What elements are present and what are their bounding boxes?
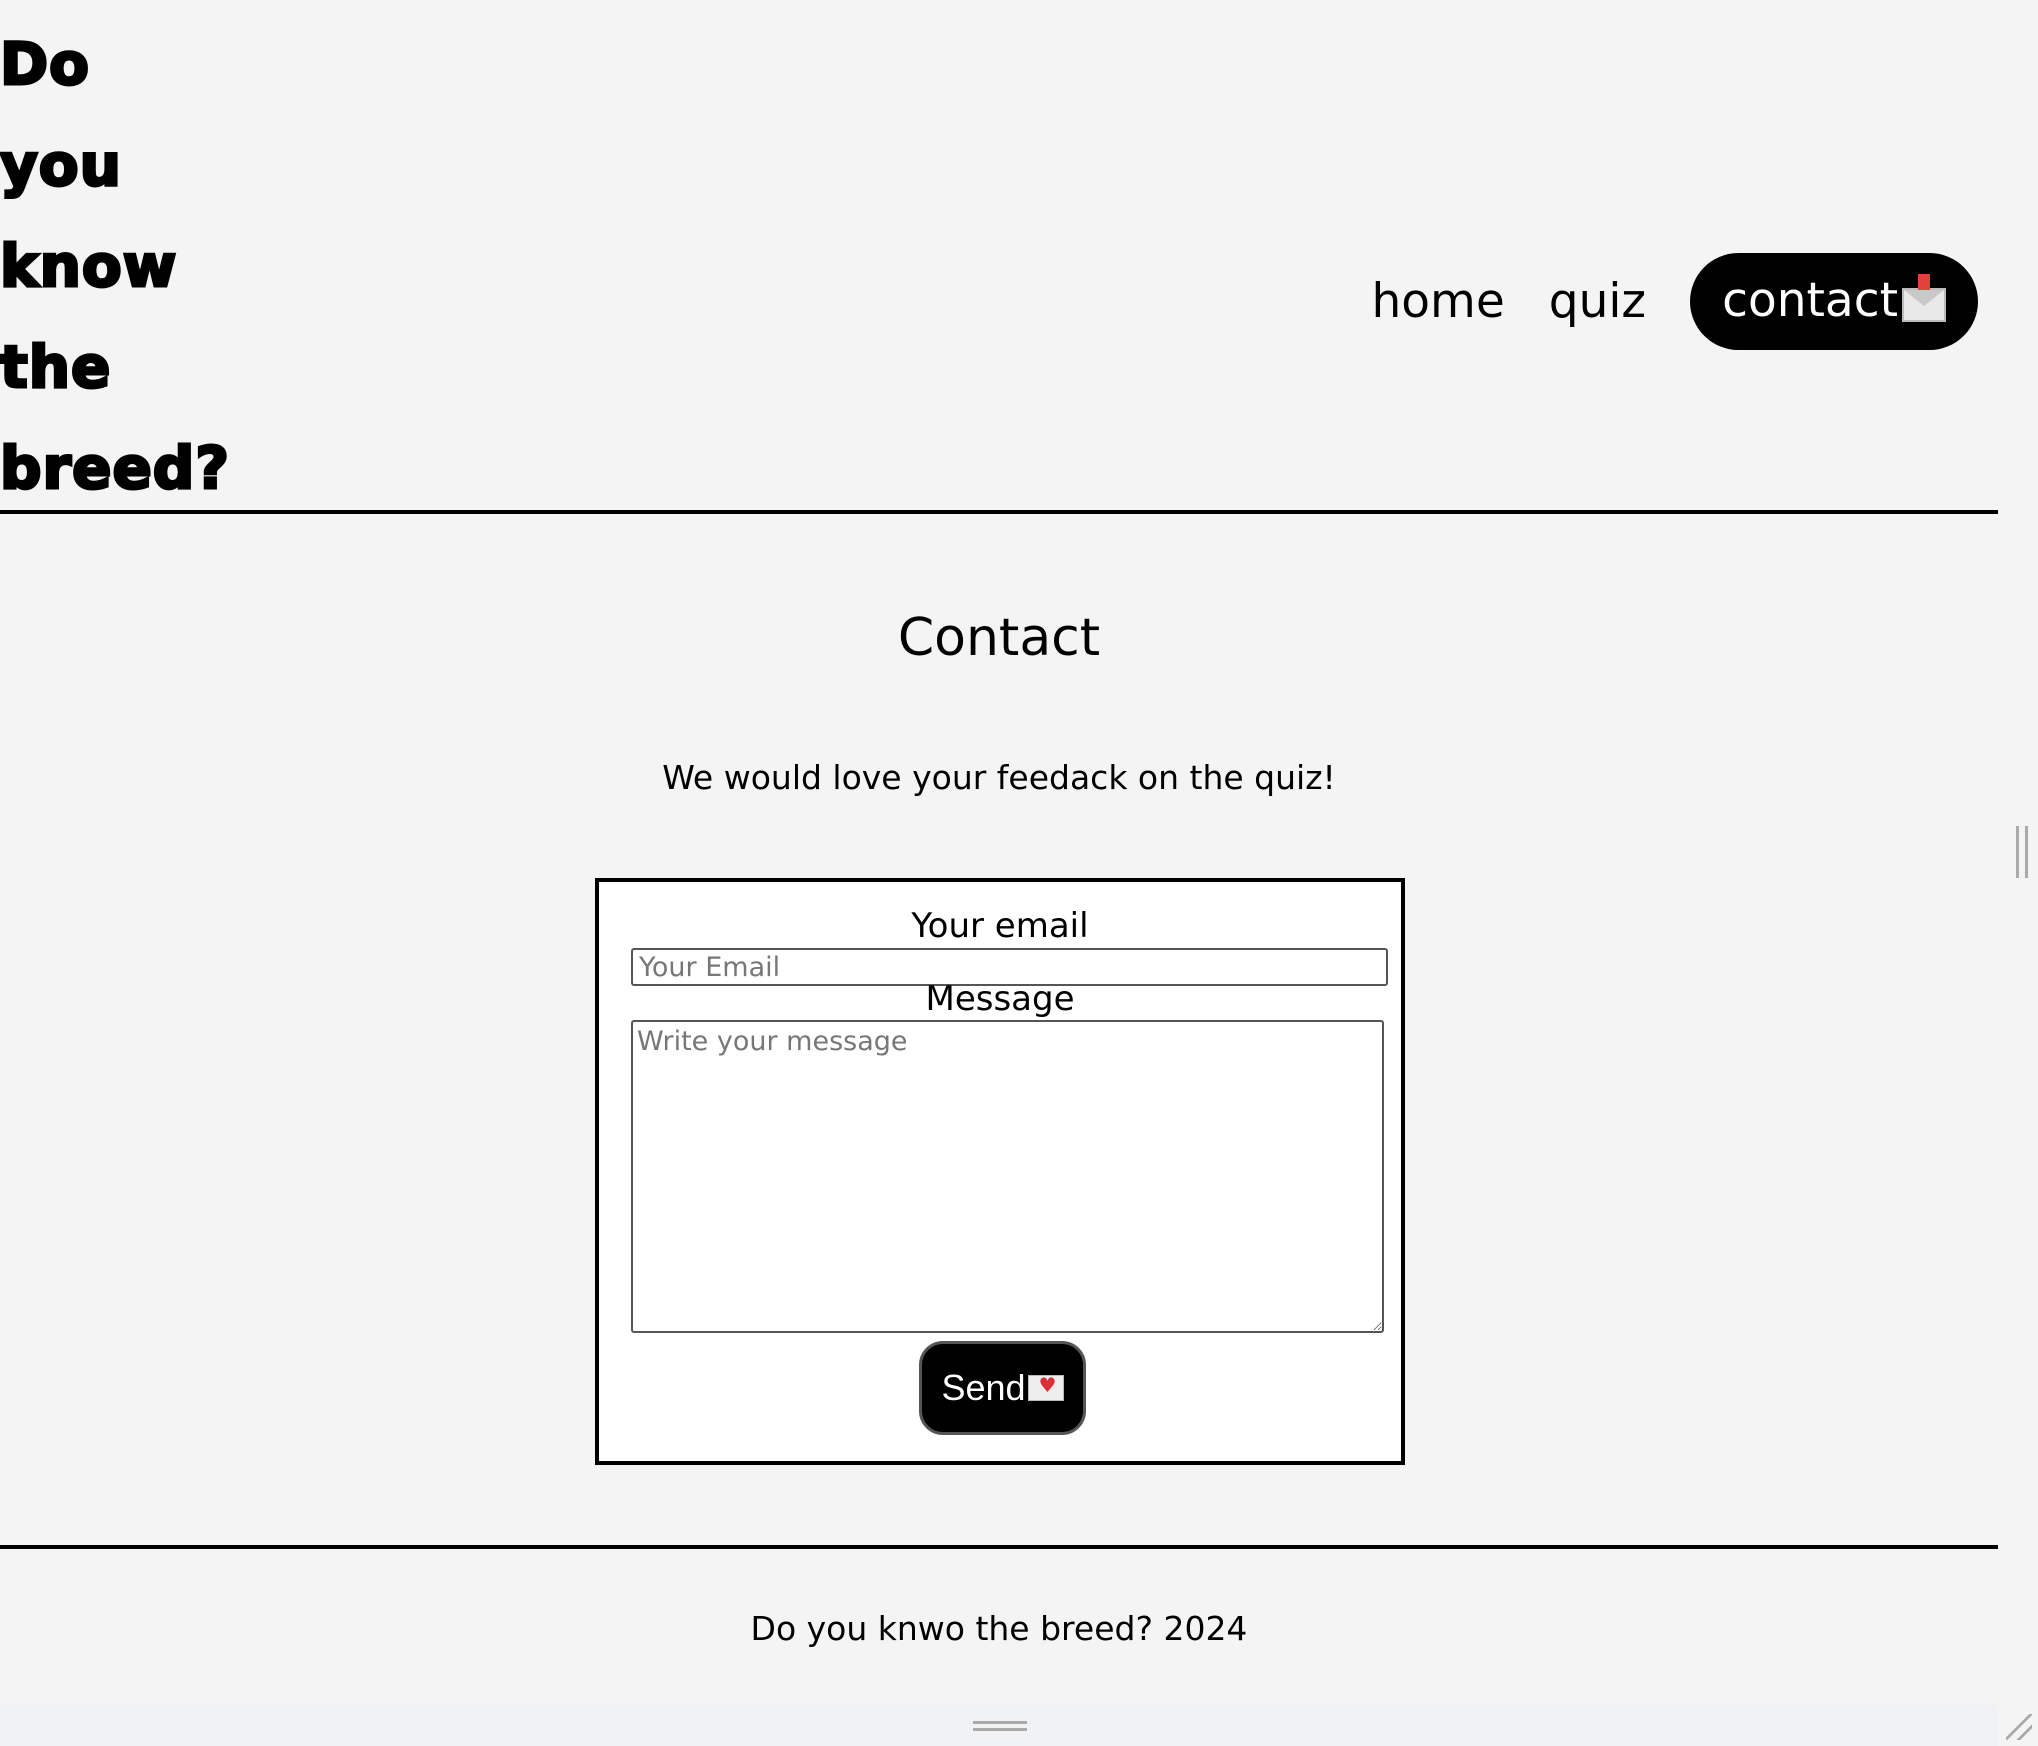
logo-line: breed? xyxy=(0,433,230,504)
message-textarea[interactable] xyxy=(631,1020,1384,1333)
nav-link-contact-label: contact xyxy=(1722,273,1898,328)
love-letter-icon xyxy=(1027,1373,1064,1401)
intro-text: We would love your feedack on the quiz! xyxy=(662,758,1336,797)
logo-line: the xyxy=(0,332,112,403)
page-title: Contact xyxy=(897,608,1101,668)
bottom-panel-resize-handle[interactable] xyxy=(973,1721,1027,1731)
site-header: Do you know the breed? home quiz contact xyxy=(0,0,1998,514)
contact-section: Contact We would love your feedack on th… xyxy=(0,518,1998,1544)
footer-text: Do you knwo the breed? 2024 xyxy=(750,1609,1248,1648)
nav-link-quiz[interactable]: quiz xyxy=(1549,274,1646,329)
nav-link-home[interactable]: home xyxy=(1372,274,1505,329)
contact-form: Your email Message Send xyxy=(595,878,1405,1465)
envelope-with-arrow-icon xyxy=(1902,273,1946,322)
site-footer: Do you knwo the breed? 2024 xyxy=(0,1545,1998,1705)
window-resize-handle[interactable] xyxy=(2006,1714,2032,1740)
side-panel-resize-handle[interactable] xyxy=(2016,826,2028,878)
logo-line: know xyxy=(0,231,178,302)
send-button-label: Send xyxy=(941,1367,1026,1408)
message-label: Message xyxy=(925,979,1075,1019)
page: Do you know the breed? home quiz contact… xyxy=(0,0,1998,1705)
email-label: Your email xyxy=(911,906,1089,946)
main-nav: home quiz contact xyxy=(1328,253,1978,350)
logo-line: Do xyxy=(0,29,90,100)
nav-link-contact[interactable]: contact xyxy=(1690,253,1978,350)
logo-line: you xyxy=(0,130,122,201)
site-logo[interactable]: Do you know the breed? xyxy=(0,14,230,519)
send-button[interactable]: Send xyxy=(919,1341,1086,1435)
